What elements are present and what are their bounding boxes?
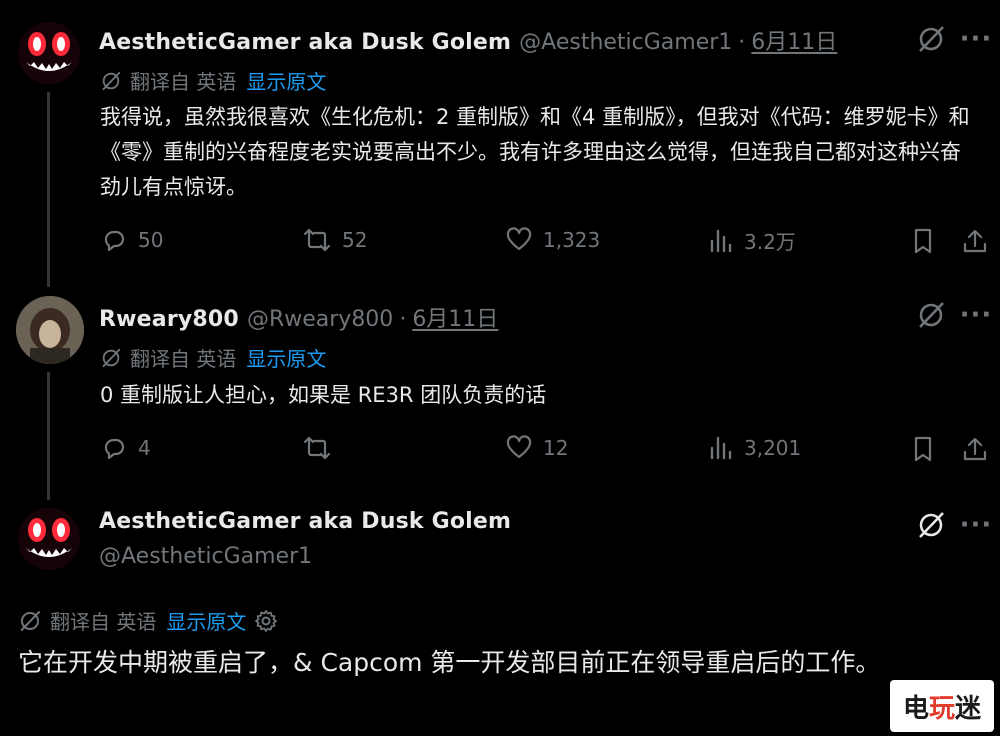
- avatar[interactable]: [18, 508, 80, 570]
- share-icon[interactable]: [960, 226, 990, 256]
- reply-icon: [104, 438, 125, 460]
- views-icon: [710, 229, 732, 252]
- translate-icon: [102, 71, 121, 90]
- like-count: 12: [543, 436, 569, 460]
- handle-row: @AestheticGamer1: [91, 544, 312, 569]
- bookmark-icon[interactable]: [908, 226, 938, 256]
- translation-row: 翻译自 英语 显示原文: [100, 343, 326, 372]
- views-button[interactable]: 3.2万: [708, 226, 796, 255]
- translation-row: 翻译自 英语 显示原文: [100, 66, 326, 95]
- views-count: 3,201: [744, 436, 802, 460]
- bookmark-icon[interactable]: [908, 434, 938, 464]
- handle[interactable]: @AestheticGamer1: [99, 544, 312, 569]
- more-options-button[interactable]: ···: [958, 508, 994, 542]
- show-original-link[interactable]: 显示原文: [166, 606, 246, 635]
- timestamp[interactable]: 6月11日: [751, 24, 837, 56]
- translated-from-label: 翻译自 英语: [50, 610, 157, 634]
- handle[interactable]: @Rweary800: [247, 307, 393, 332]
- avatar[interactable]: [16, 296, 84, 364]
- show-original-link[interactable]: 显示原文: [246, 343, 326, 372]
- reply-button[interactable]: 50: [100, 226, 163, 254]
- demon-avatar-image: [18, 22, 80, 84]
- display-name[interactable]: Rweary800: [99, 307, 239, 332]
- tweet-text: 我得说，虽然我很喜欢《生化危机：2 重制版》和《4 重制版》，但我对《代码：维罗…: [100, 105, 970, 199]
- avatar[interactable]: [18, 22, 80, 84]
- reply-count: 50: [138, 228, 164, 252]
- like-button[interactable]: 1,323: [505, 226, 600, 254]
- grok-icon[interactable]: [914, 298, 948, 332]
- watermark-char: 迷: [955, 693, 982, 724]
- views-count: 3.2万: [744, 230, 796, 254]
- like-button[interactable]: 12: [505, 434, 568, 462]
- timestamp[interactable]: 6月11日: [412, 301, 498, 333]
- reply-button[interactable]: 4: [100, 434, 151, 462]
- like-icon: [506, 227, 532, 251]
- views-button[interactable]: 3,201: [708, 434, 801, 462]
- grok-icon[interactable]: [914, 508, 948, 542]
- tweet-header: AestheticGamer aka Dusk Golem: [99, 509, 511, 534]
- retweet-count: 52: [342, 228, 368, 252]
- like-count: 1,323: [543, 228, 601, 252]
- reply-icon: [104, 230, 125, 252]
- like-icon: [506, 435, 532, 459]
- tweet-header: AestheticGamer aka Dusk Golem @Aesthetic…: [99, 24, 837, 56]
- tweet-text: 0 重制版让人担心，如果是 RE3R 团队负责的话: [100, 383, 547, 407]
- views-icon: [710, 436, 732, 460]
- display-name[interactable]: AestheticGamer aka Dusk Golem: [99, 509, 511, 534]
- retweet-button[interactable]: [302, 434, 342, 462]
- retweet-button[interactable]: 52: [302, 226, 367, 254]
- more-options-button[interactable]: ···: [958, 298, 994, 332]
- translated-from-label: 翻译自 英语: [130, 347, 237, 371]
- thread-line: [47, 372, 50, 500]
- tweet-text: 它在开发中期被重启了，& Capcom 第一开发部目前正在领导重启后的工作。: [18, 648, 881, 677]
- watermark-char: 电: [902, 693, 929, 724]
- reply-count: 4: [138, 436, 151, 460]
- tweet-header: Rweary800 @Rweary800 · 6月11日: [99, 301, 498, 333]
- translate-icon: [102, 348, 121, 367]
- translate-icon: [20, 610, 41, 631]
- separator-dot: ·: [399, 307, 407, 332]
- retweet-icon: [303, 228, 331, 252]
- watermark-char: 玩: [928, 693, 955, 724]
- translation-row: 翻译自 英语 显示原文: [18, 606, 278, 635]
- more-options-button[interactable]: ···: [958, 22, 994, 56]
- handle[interactable]: @AestheticGamer1: [519, 30, 732, 55]
- thread-line: [47, 92, 50, 287]
- retweet-icon: [303, 436, 331, 460]
- translated-from-label: 翻译自 英语: [130, 70, 237, 94]
- show-original-link[interactable]: 显示原文: [246, 66, 326, 95]
- share-icon[interactable]: [960, 434, 990, 464]
- demon-avatar-image: [18, 508, 80, 570]
- gear-icon[interactable]: [254, 609, 278, 633]
- grok-icon[interactable]: [914, 22, 948, 56]
- display-name[interactable]: AestheticGamer aka Dusk Golem: [99, 30, 511, 55]
- character-avatar-image: [16, 296, 84, 364]
- separator-dot: ·: [738, 30, 746, 55]
- watermark-logo: 电玩迷: [890, 680, 994, 732]
